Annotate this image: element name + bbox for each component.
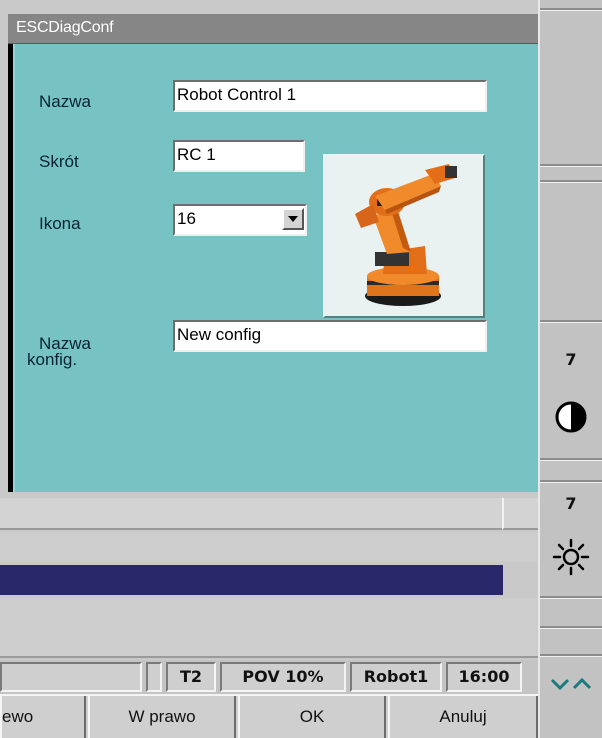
chevron-down-icon [288,216,298,222]
name-label: Nazwa [39,92,91,111]
message-area [0,532,538,562]
softkey-bar: ewo W prawo OK Anuluj [0,694,538,738]
dialog-body: Nazwa Robot Control 1 Skrót RC 1 Ikona 1… [13,44,538,492]
pov-indicator[interactable]: POV 10% [220,662,346,692]
icon-label: Ikona [39,214,81,233]
dialog-title: ESCDiagConf [16,19,114,36]
status-empty-cell [0,662,142,692]
dialog-titlebar[interactable]: ESCDiagConf [8,14,538,44]
status-keys-panel: 7 7 [538,0,602,738]
status-key-divider [540,656,602,657]
brightness-icon[interactable] [552,538,590,576]
icon-dropdown-button[interactable] [282,208,304,230]
ok-button[interactable]: OK [238,696,386,738]
clock-indicator: 16:00 [446,662,522,692]
softkey-left[interactable]: ewo [0,696,86,738]
robot-arm-icon [323,154,485,318]
short-name-field[interactable]: RC 1 [173,140,305,172]
mode-indicator[interactable]: T2 [166,662,216,692]
robot-indicator[interactable]: Robot1 [350,662,442,692]
status-key-divider [540,460,602,461]
config-label-line2: konfig. [27,350,78,369]
contrast-icon[interactable] [554,400,588,434]
status-key-divider [540,482,602,483]
message-panel [0,598,538,658]
softkey-right[interactable]: W prawo [88,696,236,738]
status-key-divider [540,10,602,11]
status-key-divider [540,628,602,629]
message-scroll-track[interactable] [0,498,502,530]
chevrons-up-icon[interactable] [550,672,594,696]
contrast-value: 7 [565,350,577,369]
status-key-divider [540,182,602,183]
name-field[interactable]: Robot Control 1 [173,80,487,112]
icon-select-value: 16 [177,209,196,228]
kuka-hmi-screen: ESCDiagConf Nazwa Robot Control 1 Skrót … [0,0,602,738]
brightness-value: 7 [565,494,577,513]
config-name-field[interactable]: New config [173,320,487,352]
config-dialog: ESCDiagConf Nazwa Robot Control 1 Skrót … [8,14,538,492]
robot-arm-graphic [355,164,457,306]
short-label: Skrót [39,152,79,171]
progress-bar [0,565,503,595]
status-key-divider [540,598,602,599]
status-key-divider [540,166,602,167]
status-indicator-cell [146,662,162,692]
icon-select[interactable]: 16 [173,204,307,236]
status-bar: T2 POV 10% Robot1 16:00 [0,660,538,694]
cancel-button[interactable]: Anuluj [388,696,538,738]
status-key-divider [540,322,602,323]
message-scroll-button[interactable] [502,498,538,530]
